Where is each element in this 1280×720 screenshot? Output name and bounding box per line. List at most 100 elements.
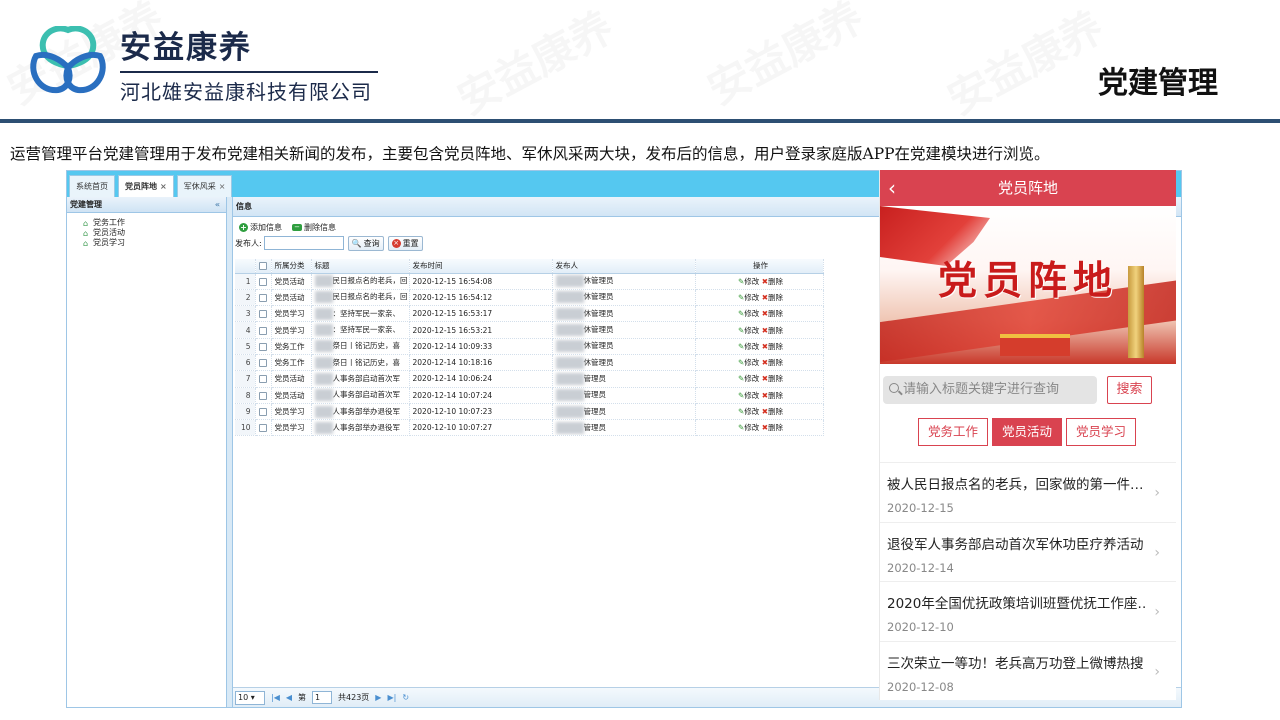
news-date: 2020-12-14 (887, 560, 954, 575)
row-checkbox[interactable] (258, 375, 267, 384)
news-list: 被人民日报点名的老兵，回家做的第一件… 2020-12-15 › 退役军人事务部… (880, 462, 1176, 700)
delete-label: 删除 (767, 276, 783, 286)
select-all-checkbox[interactable] (258, 262, 267, 271)
redacted-mark (314, 324, 333, 337)
column-header-publisher[interactable]: 发布人 (552, 259, 696, 274)
news-item[interactable]: 退役军人事务部启动首次军休功臣疗养活动 2020-12-14 › (880, 523, 1176, 582)
row-checkbox[interactable] (258, 359, 267, 368)
refresh-icon[interactable]: ↻ (402, 693, 409, 702)
sidebar-item-party-work[interactable]: ⌂ 党务工作 (83, 218, 226, 228)
news-item[interactable]: 三次荣立一等功！老兵高万功登上微博热搜 2020-12-08 › (880, 642, 1176, 701)
table-row[interactable]: 2 党员活动 民日报点名的老兵，回 2020-12-15 16:54:12 休管理员 ✎修… (235, 289, 824, 307)
tab-party-position[interactable]: 党员阵地 × (118, 175, 174, 197)
tiananmen-icon (1000, 334, 1070, 356)
row-checkbox[interactable] (258, 424, 267, 433)
delete-button[interactable]: ✖删除 (762, 423, 783, 432)
cell-time: 2020-12-15 16:53:21 (409, 321, 553, 339)
table-row[interactable]: 3 党员学习 ：坚持军民一家亲、 2020-12-15 16:53:17 休管理员 ✎修改… (235, 305, 824, 323)
delete-button[interactable]: ✖删除 (762, 374, 783, 383)
edit-button[interactable]: ✎修改 (738, 342, 759, 351)
delete-button[interactable]: ✖删除 (762, 342, 783, 351)
tab-label: 系统首页 (76, 182, 108, 191)
cell-ops: ✎修改 ✖删除 (695, 289, 824, 307)
row-number: 4 (235, 321, 256, 339)
edit-label: 修改 (744, 374, 760, 384)
page-description: 运营管理平台党建管理用于发布党建相关新闻的发布，主要包含党员阵地、军休风采两大块… (10, 145, 1050, 163)
tab-home[interactable]: 系统首页 (69, 175, 115, 197)
row-checkbox[interactable] (258, 277, 267, 286)
close-icon[interactable]: × (219, 182, 226, 191)
row-checkbox[interactable] (258, 408, 267, 417)
row-checkbox[interactable] (258, 391, 267, 400)
edit-button[interactable]: ✎修改 (738, 374, 759, 383)
tab-military-style[interactable]: 军休风采 × (176, 175, 233, 197)
close-icon[interactable]: × (160, 182, 167, 191)
table-row[interactable]: 8 党员活动 人事务部启动首次军 2020-12-14 10:07:24 管理员 ✎修改 … (235, 387, 824, 404)
first-page-icon[interactable]: |◀ (271, 693, 280, 702)
redacted-mark (555, 275, 584, 288)
cell-publisher: 管理员 (552, 403, 696, 421)
category-tab-member-activity[interactable]: 党员活动 (992, 418, 1062, 446)
last-page-icon[interactable]: ▶| (387, 693, 396, 702)
page-number-input[interactable]: 1 (312, 691, 333, 704)
news-title: 退役军人事务部启动首次军休功臣疗养活动 (887, 536, 1144, 553)
next-page-icon[interactable]: ▶ (375, 693, 381, 702)
edit-button[interactable]: ✎修改 (738, 293, 759, 302)
edit-button[interactable]: ✎修改 (738, 391, 759, 400)
table-row[interactable]: 9 党员学习 人事务部举办退役军 2020-12-10 10:07:23 管理员 ✎修改 … (235, 403, 824, 421)
table-row[interactable]: 1 党员活动 民日报点名的老兵，回 2020-12-15 16:54:08 休管理员 ✎修… (235, 273, 824, 290)
edit-button[interactable]: ✎修改 (738, 309, 759, 318)
news-date: 2020-12-08 (887, 679, 954, 694)
search-placeholder: 请输入标题关键字进行查询 (903, 382, 1060, 397)
table-row[interactable]: 6 党务工作 祭日丨铭记历史，喜 2020-12-14 10:18:16 休管理员 ✎修改… (235, 354, 824, 372)
edit-button[interactable]: ✎修改 (738, 277, 759, 286)
collapse-icon[interactable]: « (215, 197, 220, 213)
table-row[interactable]: 5 党务工作 祭日丨铭记历史，喜 2020-12-14 10:09:33 休管理员 ✎修改… (235, 338, 824, 355)
delete-button[interactable]: ✖删除 (762, 277, 783, 286)
column-header-category[interactable]: 所属分类 (271, 259, 312, 274)
edit-label: 修改 (744, 358, 760, 368)
redacted-mark (555, 372, 584, 385)
sidebar-item-member-study[interactable]: ⌂ 党员学习 (83, 238, 226, 248)
reset-button[interactable]: × 重置 (387, 235, 423, 251)
brand-name: 安益康养 (120, 30, 252, 66)
delete-button[interactable]: ✖删除 (762, 358, 783, 367)
back-icon[interactable]: ‹ (888, 170, 896, 206)
delete-button[interactable]: ✖删除 (762, 391, 783, 400)
sidebar-item-member-activity[interactable]: ⌂ 党员活动 (83, 228, 226, 238)
edit-button[interactable]: ✎修改 (738, 423, 759, 432)
edit-button[interactable]: ✎修改 (738, 407, 759, 416)
category-tab-party-work[interactable]: 党务工作 (918, 418, 988, 446)
edit-button[interactable]: ✎修改 (738, 326, 759, 335)
row-checkbox[interactable] (258, 293, 267, 302)
query-button[interactable]: 🔍 查询 (347, 235, 384, 251)
button-label: 重置 (402, 238, 419, 248)
publisher-input[interactable] (263, 236, 344, 250)
table-row[interactable]: 10 党员学习 人事务部举办退役军 2020-12-10 10:07:27 管理员 ✎修改… (235, 419, 824, 437)
brand-block: 安益康养 河北雄安益康科技有限公司 (120, 22, 378, 105)
row-checkbox[interactable] (258, 326, 267, 335)
news-item[interactable]: 被人民日报点名的老兵，回家做的第一件… 2020-12-15 › (880, 463, 1176, 523)
category-tab-member-study[interactable]: 党员学习 (1066, 418, 1136, 446)
delete-button[interactable]: ✖删除 (762, 309, 783, 318)
edit-button[interactable]: ✎修改 (738, 358, 759, 367)
column-header-title[interactable]: 标题 (311, 259, 410, 274)
add-info-button[interactable]: + 添加信息 (239, 222, 282, 233)
news-item[interactable]: 2020年全国优抚政策培训班暨优抚工作座… 2020-12-10 › (880, 582, 1176, 642)
table-row[interactable]: 4 党员学习 ：坚持军民一家亲、 2020-12-15 16:53:21 休管理员 ✎修改… (235, 321, 824, 339)
row-checkbox[interactable] (258, 342, 267, 351)
row-checkbox[interactable] (258, 310, 267, 319)
app-search-button[interactable]: 搜索 (1107, 376, 1152, 404)
cell-publisher-text: 休管理员 (583, 357, 614, 367)
prev-page-icon[interactable]: ◀ (286, 693, 292, 702)
cell-category: 党员学习 (271, 305, 312, 323)
delete-button[interactable]: ✖删除 (762, 326, 783, 335)
table-row[interactable]: 7 党员活动 人事务部启动首次军 2020-12-14 10:06:24 管理员 ✎修改 … (235, 370, 824, 388)
delete-info-button[interactable]: − 删除信息 (292, 222, 336, 233)
column-header-time[interactable]: 发布时间 (409, 259, 553, 274)
delete-button[interactable]: ✖删除 (762, 293, 783, 302)
delete-button[interactable]: ✖删除 (762, 407, 783, 416)
page-size-select[interactable]: 10 ▾ (235, 690, 265, 705)
app-search-input[interactable]: 请输入标题关键字进行查询 (883, 376, 1097, 404)
edit-label: 修改 (744, 309, 760, 319)
